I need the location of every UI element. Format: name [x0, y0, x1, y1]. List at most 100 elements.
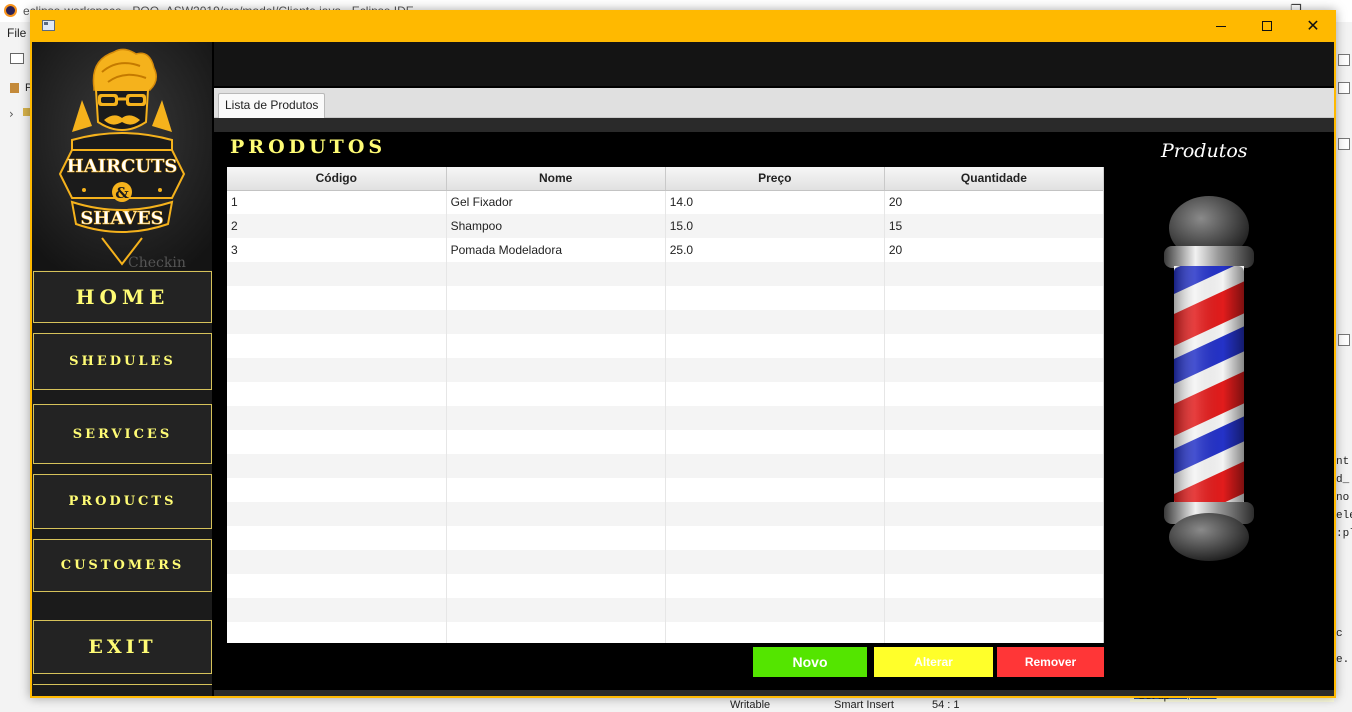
table-row[interactable]: 2 Shampoo 15.0 15: [227, 214, 1104, 238]
empty-cell: [884, 526, 1104, 550]
empty-cell: [665, 550, 885, 574]
empty-cell: [884, 454, 1104, 478]
maximize-view-icon[interactable]: [1338, 82, 1350, 94]
empty-cell: [884, 622, 1104, 643]
nav-products-label: PRODUCTS: [68, 494, 177, 509]
empty-cell: [227, 622, 447, 643]
empty-cell: [446, 334, 666, 358]
empty-cell: [884, 406, 1104, 430]
nav-services-button[interactable]: SERVICES: [33, 404, 212, 464]
table-row[interactable]: 3 Pomada Modeladora 25.0 20: [227, 238, 1104, 262]
empty-cell: [665, 598, 885, 622]
table-row[interactable]: [227, 478, 1104, 502]
logo-line1: HAIRCUTS: [67, 156, 178, 177]
top-banner: [214, 42, 1334, 86]
maximize-button[interactable]: [1244, 10, 1290, 42]
empty-cell: [227, 406, 447, 430]
sidebar: Checkin HAIRCUTS & SHAVES HOME SHEDULES …: [32, 42, 212, 696]
empty-cell: [665, 382, 885, 406]
empty-cell: [884, 550, 1104, 574]
menu-file[interactable]: File: [7, 26, 26, 40]
empty-cell: [665, 574, 885, 598]
table-row[interactable]: [227, 430, 1104, 454]
empty-cell: [227, 430, 447, 454]
empty-cell: [446, 598, 666, 622]
table-row[interactable]: [227, 286, 1104, 310]
empty-cell: [446, 478, 666, 502]
minimize-view-icon[interactable]: [1338, 138, 1350, 150]
column-header-codigo[interactable]: Código: [227, 167, 447, 191]
empty-cell: [884, 502, 1104, 526]
empty-cell: [884, 286, 1104, 310]
table-row[interactable]: [227, 358, 1104, 382]
console-fragment: no: [1336, 492, 1350, 504]
nav-schedules-label: SHEDULES: [69, 354, 176, 369]
column-header-preco[interactable]: Preço: [665, 167, 885, 191]
nav-schedules-button[interactable]: SHEDULES: [33, 333, 212, 390]
empty-cell: [227, 382, 447, 406]
table-row[interactable]: [227, 334, 1104, 358]
alterar-button[interactable]: Alterar: [874, 647, 993, 677]
cell-quantidade: 20: [884, 190, 1104, 214]
table-row[interactable]: [227, 574, 1104, 598]
table-row[interactable]: [227, 406, 1104, 430]
table-row[interactable]: [227, 550, 1104, 574]
table-row[interactable]: [227, 502, 1104, 526]
eclipse-right-panel: nt d_ no ele :pl c e.: [1334, 44, 1352, 666]
table-row[interactable]: [227, 454, 1104, 478]
new-icon[interactable]: [10, 53, 24, 64]
empty-cell: [227, 358, 447, 382]
eclipse-icon: [4, 4, 17, 17]
remover-button[interactable]: Remover: [997, 647, 1104, 677]
tab-lista-de-produtos[interactable]: Lista de Produtos: [218, 93, 326, 118]
empty-cell: [884, 358, 1104, 382]
empty-cell: [665, 622, 885, 643]
nav-products-button[interactable]: PRODUCTS: [33, 474, 212, 529]
console-fragment: nt: [1336, 456, 1350, 468]
minimize-button[interactable]: [1198, 10, 1244, 42]
chevron-right-icon[interactable]: ›: [9, 107, 14, 121]
empty-cell: [446, 430, 666, 454]
table-row[interactable]: [227, 622, 1104, 643]
empty-cell: [227, 598, 447, 622]
nav-home-button[interactable]: HOME: [33, 271, 212, 323]
logo-bg-text: Checkin: [128, 255, 186, 270]
nav-exit-button[interactable]: EXIT: [33, 620, 212, 674]
empty-cell: [227, 334, 447, 358]
empty-cell: [665, 286, 885, 310]
cell-codigo: 2: [227, 214, 447, 238]
app-title-bar[interactable]: ✕: [30, 10, 1336, 42]
empty-cell: [446, 502, 666, 526]
novo-button[interactable]: Novo: [753, 647, 867, 677]
table-row[interactable]: [227, 598, 1104, 622]
person-icon[interactable]: [1338, 54, 1350, 66]
app-body: Checkin HAIRCUTS & SHAVES HOME SHEDULES …: [32, 42, 1334, 696]
empty-cell: [665, 310, 885, 334]
empty-cell: [446, 526, 666, 550]
nav-exit-label: EXIT: [88, 636, 157, 658]
logo-line2: &: [115, 184, 129, 202]
table-row[interactable]: [227, 526, 1104, 550]
empty-cell: [446, 358, 666, 382]
maximize-view-icon[interactable]: [1338, 334, 1350, 346]
table-row[interactable]: [227, 262, 1104, 286]
barber-pole-icon: [1164, 196, 1254, 561]
table-row[interactable]: [227, 310, 1104, 334]
console-fragment: d_: [1336, 474, 1350, 486]
close-button[interactable]: ✕: [1290, 10, 1336, 42]
minimize-icon: [1216, 25, 1226, 27]
empty-cell: [446, 382, 666, 406]
products-table-container: Código Nome Preço Quantidade 1 Gel Fixad…: [227, 167, 1104, 643]
nav-customers-button[interactable]: CUSTOMERS: [33, 539, 212, 592]
package-explorer-icon: [10, 83, 19, 93]
empty-cell: [665, 406, 885, 430]
cell-codigo: 1: [227, 190, 447, 214]
table-row[interactable]: [227, 382, 1104, 406]
empty-cell: [665, 358, 885, 382]
products-panel: PRODUTOS Código Nome Preço Quantidade 1 …: [214, 132, 1334, 690]
empty-cell: [665, 526, 885, 550]
column-header-nome[interactable]: Nome: [446, 167, 666, 191]
table-row[interactable]: 1 Gel Fixador 14.0 20: [227, 190, 1104, 214]
console-fragment: c: [1336, 628, 1343, 640]
column-header-quantidade[interactable]: Quantidade: [884, 167, 1104, 191]
